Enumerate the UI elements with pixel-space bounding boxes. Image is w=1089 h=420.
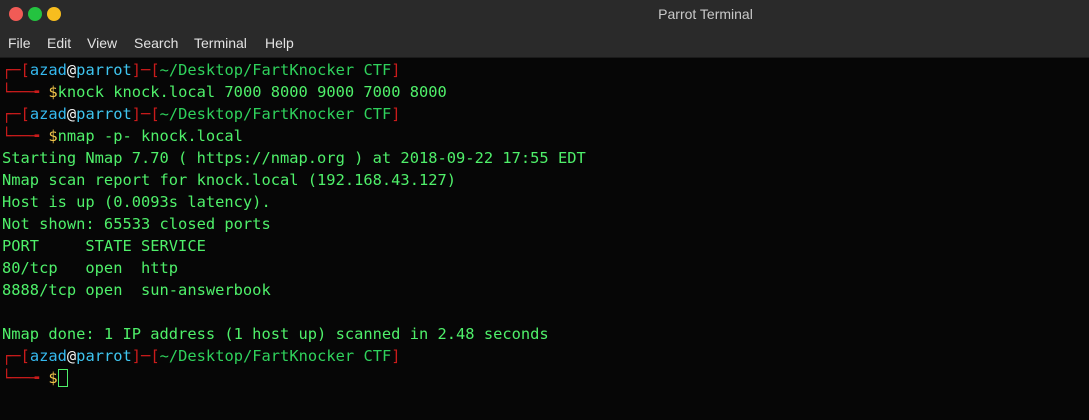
terminal-window: Parrot Terminal File Edit View Search Te… [0,0,1089,420]
window-title: Parrot Terminal [658,6,753,22]
prompt-bracket-close: ] [391,105,401,123]
menu-view[interactable]: View [87,35,117,51]
prompt-corner: └──╼ [2,127,49,145]
prompt-at: @ [66,61,77,79]
menu-terminal[interactable]: Terminal [194,35,247,51]
prompt-bracket-close: ] [391,61,401,79]
output-line: 80/tcp open http [2,259,179,277]
prompt-dollar: $ [48,127,58,145]
text-cursor[interactable] [57,369,68,387]
command-line: └──╼ $ [2,367,68,389]
prompt-user: azad [29,105,67,123]
prompt-bracket: ┌─[ [2,347,30,365]
prompt-dollar: $ [48,83,58,101]
prompt-at: @ [66,105,77,123]
menu-bar: File Edit View Search Terminal Help [0,31,1089,58]
prompt-bracket: ┌─[ [2,105,30,123]
output-line: PORT STATE SERVICE [2,237,206,255]
output-line: 8888/tcp open sun-answerbook [2,281,271,299]
prompt-path: ~/Desktop/FartKnocker CTF [159,61,392,79]
prompt-host: parrot [76,61,132,79]
prompt-bracket-close: ] [391,347,401,365]
output-line: Starting Nmap 7.70 ( https://nmap.org ) … [2,149,586,167]
prompt-host: parrot [76,347,132,365]
output-line: Nmap scan report for knock.local (192.16… [2,171,457,189]
prompt-path: ~/Desktop/FartKnocker CTF [159,347,392,365]
menu-search[interactable]: Search [134,35,178,51]
prompt-corner: └──╼ [2,83,49,101]
prompt-user: azad [29,61,67,79]
prompt-dollar: $ [48,369,58,387]
prompt-separator: ]─[ [131,61,160,79]
menu-edit[interactable]: Edit [47,35,71,51]
prompt-separator: ]─[ [131,347,160,365]
output-line: Nmap done: 1 IP address (1 host up) scan… [2,325,549,343]
prompt-bracket: ┌─[ [2,61,30,79]
title-bar[interactable]: Parrot Terminal [0,0,1089,31]
command-text: nmap -p- knock.local [57,127,243,145]
prompt-host: parrot [76,105,132,123]
output-line: Not shown: 65533 closed ports [2,215,271,233]
menu-file[interactable]: File [8,35,31,51]
command-line: └──╼ $nmap -p- knock.local [2,125,243,147]
command-line: └──╼ $knock knock.local 7000 8000 9000 7… [2,81,447,103]
menu-help[interactable]: Help [265,35,294,51]
prompt-path: ~/Desktop/FartKnocker CTF [159,105,392,123]
terminal-output-area[interactable]: ┌─[azad@parrot]─[~/Desktop/FartKnocker C… [0,58,1089,420]
command-text: knock knock.local 7000 8000 9000 7000 80… [57,83,447,101]
prompt-at: @ [66,347,77,365]
prompt-line: ┌─[azad@parrot]─[~/Desktop/FartKnocker C… [2,59,401,81]
output-line: Host is up (0.0093s latency). [2,193,271,211]
prompt-line: ┌─[azad@parrot]─[~/Desktop/FartKnocker C… [2,345,401,367]
prompt-user: azad [29,347,67,365]
prompt-line: ┌─[azad@parrot]─[~/Desktop/FartKnocker C… [2,103,401,125]
prompt-corner: └──╼ [2,369,49,387]
prompt-separator: ]─[ [131,105,160,123]
